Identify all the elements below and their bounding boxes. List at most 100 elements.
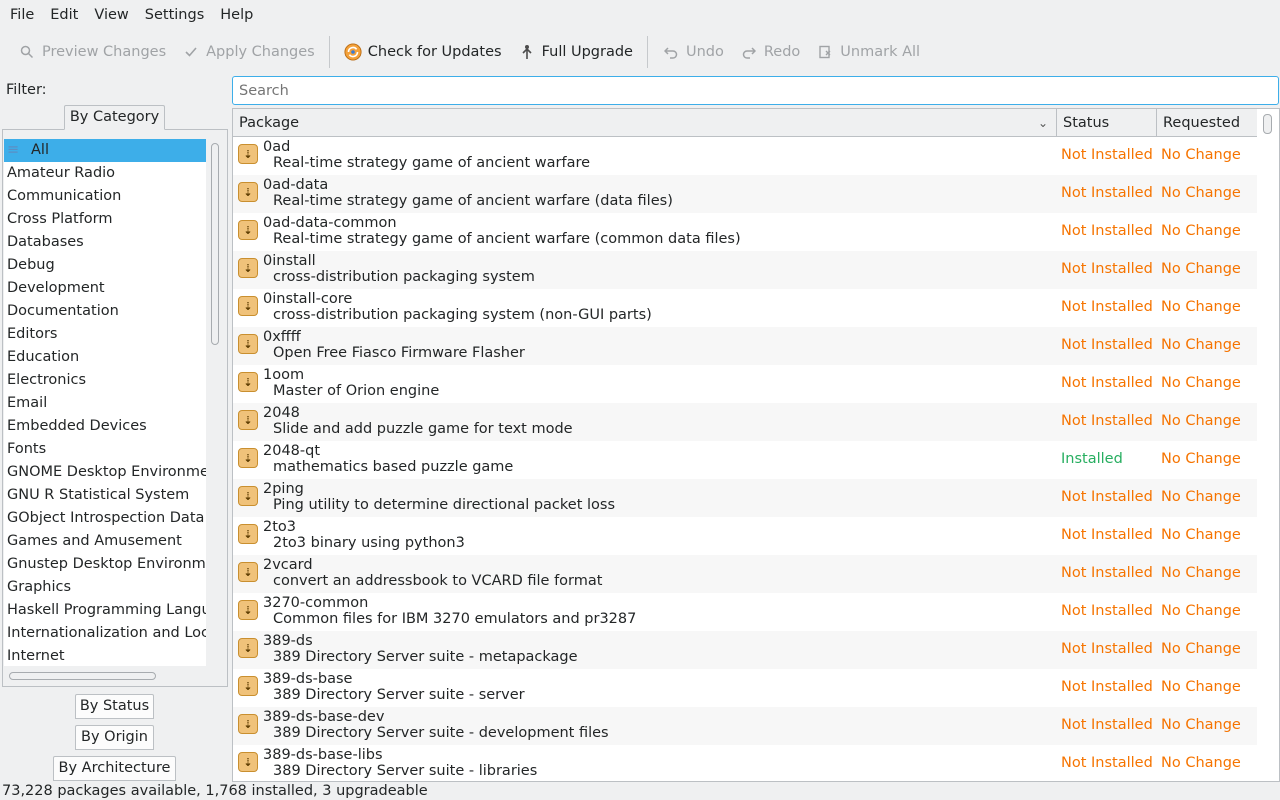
category-item[interactable]: Databases bbox=[4, 231, 206, 254]
table-vertical-scrollbar[interactable] bbox=[1263, 114, 1272, 134]
category-item[interactable]: Gnustep Desktop Environmen bbox=[4, 553, 206, 576]
category-item[interactable]: Internationalization and Loca bbox=[4, 622, 206, 645]
package-download-icon[interactable]: ⇣ bbox=[238, 296, 258, 316]
apply-changes-button[interactable]: Apply Changes bbox=[174, 34, 323, 70]
arrow-down-icon: ⇣ bbox=[243, 413, 253, 427]
category-item[interactable]: GNOME Desktop Environmen bbox=[4, 461, 206, 484]
table-row[interactable]: ⇣ 2048-qt mathematics based puzzle game Ins… bbox=[233, 441, 1257, 479]
category-item[interactable]: Development bbox=[4, 277, 206, 300]
category-item[interactable]: ≡ All bbox=[4, 139, 206, 162]
package-requested: No Change bbox=[1161, 489, 1241, 505]
package-download-icon[interactable]: ⇣ bbox=[238, 144, 258, 164]
package-download-icon[interactable]: ⇣ bbox=[238, 714, 258, 734]
check-for-updates-button[interactable]: Check for Updates bbox=[336, 34, 510, 70]
category-label: Development bbox=[7, 280, 105, 296]
category-item[interactable]: Fonts bbox=[4, 438, 206, 461]
category-horizontal-scrollbar[interactable] bbox=[9, 672, 156, 680]
package-download-icon[interactable]: ⇣ bbox=[238, 600, 258, 620]
tab-by-status[interactable]: By Status bbox=[75, 694, 154, 719]
table-row[interactable]: ⇣ 0ad Real-time strategy game of ancient w… bbox=[233, 137, 1257, 175]
package-download-icon[interactable]: ⇣ bbox=[238, 410, 258, 430]
category-item[interactable]: Cross Platform bbox=[4, 208, 206, 231]
menu-file[interactable]: File bbox=[2, 0, 42, 30]
package-name: 0ad-data-common bbox=[263, 215, 397, 231]
package-download-icon[interactable]: ⇣ bbox=[238, 334, 258, 354]
category-item[interactable]: Education bbox=[4, 346, 206, 369]
menu-settings[interactable]: Settings bbox=[137, 0, 212, 30]
package-download-icon[interactable]: ⇣ bbox=[238, 638, 258, 658]
table-row[interactable]: ⇣ 1oom Master of Orion engine Not Installed… bbox=[233, 365, 1257, 403]
category-item[interactable]: Documentation bbox=[4, 300, 206, 323]
table-row[interactable]: ⇣ 389-ds 389 Directory Server suite - meta… bbox=[233, 631, 1257, 669]
category-item[interactable]: Email bbox=[4, 392, 206, 415]
undo-button[interactable]: Undo bbox=[654, 34, 732, 70]
package-download-icon[interactable]: ⇣ bbox=[238, 752, 258, 772]
full-upgrade-button[interactable]: Full Upgrade bbox=[510, 34, 641, 70]
column-header-status[interactable]: Status bbox=[1057, 109, 1157, 137]
category-item[interactable]: Communication bbox=[4, 185, 206, 208]
category-item[interactable]: Games and Amusement bbox=[4, 530, 206, 553]
package-download-icon[interactable]: ⇣ bbox=[238, 372, 258, 392]
preview-changes-button[interactable]: Preview Changes bbox=[10, 34, 174, 70]
category-label: Communication bbox=[7, 188, 122, 204]
category-vertical-scrollbar[interactable] bbox=[211, 143, 219, 345]
package-requested: No Change bbox=[1161, 755, 1241, 771]
package-requested: No Change bbox=[1161, 641, 1241, 657]
table-row[interactable]: ⇣ 0ad-data Real-time strategy game of anci… bbox=[233, 175, 1257, 213]
category-item[interactable]: Internet bbox=[4, 645, 206, 666]
table-row[interactable]: ⇣ 389-ds-base 389 Directory Server suite -… bbox=[233, 669, 1257, 707]
table-row[interactable]: ⇣ 2048 Slide and add puzzle game for text … bbox=[233, 403, 1257, 441]
package-download-icon[interactable]: ⇣ bbox=[238, 676, 258, 696]
package-download-icon[interactable]: ⇣ bbox=[238, 562, 258, 582]
menu-edit[interactable]: Edit bbox=[42, 0, 86, 30]
unmark-all-button[interactable]: Unmark All bbox=[808, 34, 928, 70]
package-download-icon[interactable]: ⇣ bbox=[238, 524, 258, 544]
package-status: Not Installed bbox=[1061, 527, 1153, 543]
category-item[interactable]: Haskell Programming Langua bbox=[4, 599, 206, 622]
menu-bar: File Edit View Settings Help bbox=[0, 0, 1280, 30]
tab-by-architecture[interactable]: By Architecture bbox=[53, 756, 176, 781]
menu-help[interactable]: Help bbox=[212, 0, 261, 30]
category-item[interactable]: Graphics bbox=[4, 576, 206, 599]
category-item[interactable]: Editors bbox=[4, 323, 206, 346]
checkmark-icon bbox=[182, 43, 200, 61]
menu-view[interactable]: View bbox=[86, 0, 136, 30]
table-row[interactable]: ⇣ 2to3 2to3 binary using python3 Not Instal… bbox=[233, 517, 1257, 555]
category-item[interactable]: Embedded Devices bbox=[4, 415, 206, 438]
package-download-icon[interactable]: ⇣ bbox=[238, 448, 258, 468]
table-row[interactable]: ⇣ 2vcard convert an addressbook to VCARD f… bbox=[233, 555, 1257, 593]
table-row[interactable]: ⇣ 0ad-data-common Real-time strategy game … bbox=[233, 213, 1257, 251]
category-label: Debug bbox=[7, 257, 55, 273]
redo-button[interactable]: Redo bbox=[732, 34, 808, 70]
category-label: Electronics bbox=[7, 372, 87, 388]
category-item[interactable]: GNU R Statistical System bbox=[4, 484, 206, 507]
package-download-icon[interactable]: ⇣ bbox=[238, 258, 258, 278]
package-download-icon[interactable]: ⇣ bbox=[238, 220, 258, 240]
package-name: 389-ds-base-dev bbox=[263, 709, 385, 725]
tab-by-category[interactable]: By Category bbox=[64, 105, 165, 130]
table-row[interactable]: ⇣ 0install cross-distribution packaging sy… bbox=[233, 251, 1257, 289]
column-header-requested[interactable]: Requested bbox=[1157, 109, 1257, 137]
table-row[interactable]: ⇣ 0xffff Open Free Fiasco Firmware Flasher… bbox=[233, 327, 1257, 365]
search-input[interactable] bbox=[232, 76, 1279, 105]
package-name: 1oom bbox=[263, 367, 305, 383]
package-requested: No Change bbox=[1161, 337, 1241, 353]
package-download-icon[interactable]: ⇣ bbox=[238, 486, 258, 506]
category-item[interactable]: GObject Introspection Data bbox=[4, 507, 206, 530]
toolbar: Preview Changes Apply Changes Check for … bbox=[0, 32, 1280, 72]
category-item[interactable]: Amateur Radio bbox=[4, 162, 206, 185]
package-name: 3270-common bbox=[263, 595, 369, 611]
table-row[interactable]: ⇣ 389-ds-base-dev 389 Directory Server sui… bbox=[233, 707, 1257, 745]
category-label: All bbox=[31, 142, 49, 158]
table-row[interactable]: ⇣ 389-ds-base-libs 389 Directory Server su… bbox=[233, 745, 1257, 781]
table-row[interactable]: ⇣ 0install-core cross-distribution packagi… bbox=[233, 289, 1257, 327]
undo-icon bbox=[662, 43, 680, 61]
package-download-icon[interactable]: ⇣ bbox=[238, 182, 258, 202]
package-name: 2048-qt bbox=[263, 443, 321, 459]
tab-by-origin[interactable]: By Origin bbox=[75, 725, 154, 750]
table-row[interactable]: ⇣ 3270-common Common files for IBM 3270 em… bbox=[233, 593, 1257, 631]
table-row[interactable]: ⇣ 2ping Ping utility to determine directio… bbox=[233, 479, 1257, 517]
category-item[interactable]: Electronics bbox=[4, 369, 206, 392]
column-header-package[interactable]: Package ⌄ bbox=[233, 109, 1057, 137]
category-item[interactable]: Debug bbox=[4, 254, 206, 277]
